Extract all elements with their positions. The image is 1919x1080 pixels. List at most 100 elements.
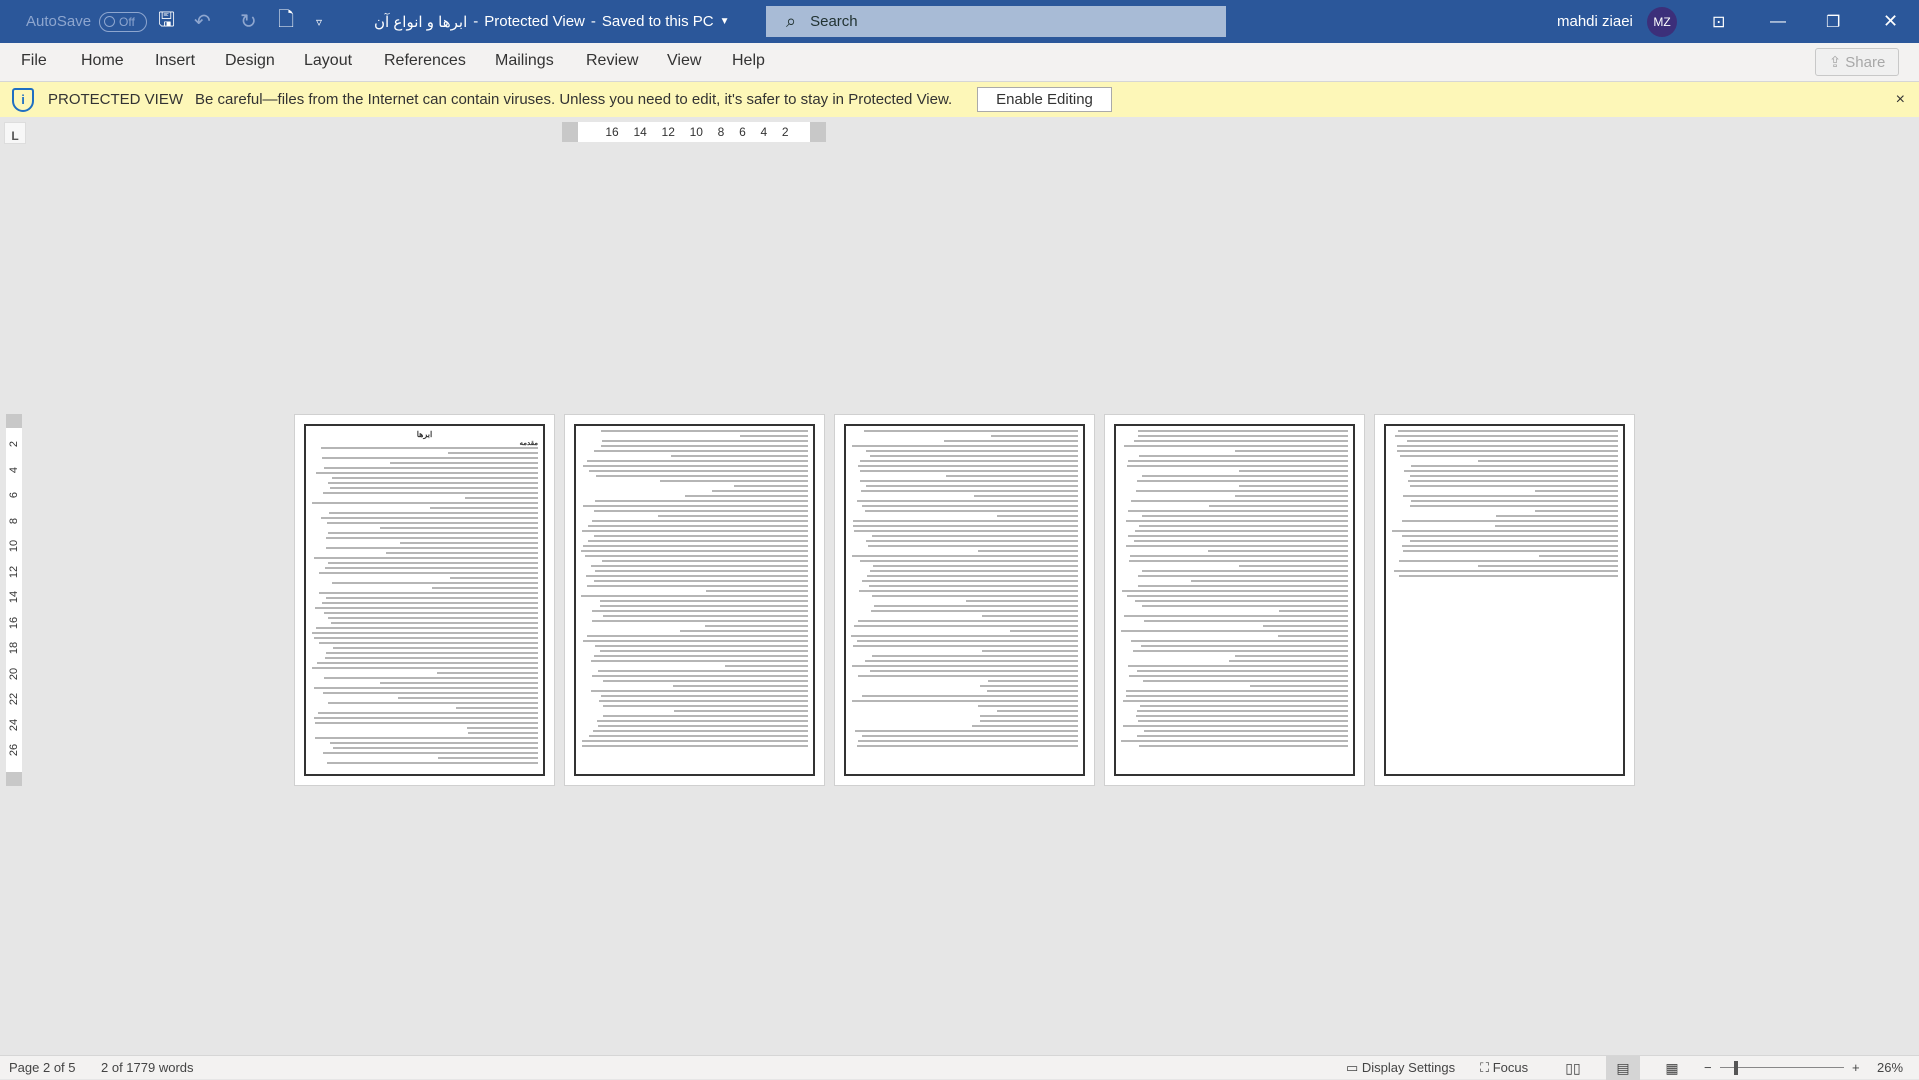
text-line [1402, 550, 1618, 552]
new-document-icon[interactable]: 🗋 [278, 0, 294, 43]
zoom-slider[interactable] [1720, 1067, 1844, 1068]
toggle-switch[interactable]: Off [99, 11, 148, 32]
ruler-tick-label: 10 [689, 125, 703, 139]
text-line [860, 470, 1078, 472]
tab-references[interactable]: References [384, 52, 466, 70]
word-count[interactable]: 2 of 1779 words [101, 1060, 194, 1075]
text-line [852, 665, 1078, 667]
close-bar-icon[interactable]: × [1896, 91, 1905, 109]
redo-icon[interactable]: ↻ [240, 0, 257, 43]
text-line [981, 650, 1078, 652]
text-line [1137, 710, 1348, 712]
text-line [1534, 490, 1618, 492]
page-count[interactable]: Page 2 of 5 [9, 1060, 76, 1075]
minimize-icon[interactable]: — [1770, 0, 1786, 43]
undo-icon[interactable]: ↶ [194, 0, 211, 43]
enable-editing-button[interactable]: Enable Editing [977, 87, 1112, 112]
text-line [594, 655, 808, 657]
text-line [1409, 505, 1618, 507]
text-line [314, 637, 538, 639]
text-line [588, 525, 808, 527]
text-line [1277, 635, 1348, 637]
text-line [437, 757, 538, 759]
document-page[interactable] [1374, 414, 1635, 786]
share-button[interactable]: ⇪ Share [1815, 48, 1899, 76]
user-name[interactable]: mahdi ziaei [1557, 0, 1633, 43]
zoom-level[interactable]: 26% [1877, 1060, 1903, 1075]
focus-button[interactable]: ⛶ Focus [1480, 1060, 1528, 1076]
text-line [397, 697, 538, 699]
document-page[interactable] [1104, 414, 1365, 786]
tab-review[interactable]: Review [586, 52, 638, 70]
tab-design[interactable]: Design [225, 52, 275, 70]
save-icon[interactable]: 🖫 [158, 0, 175, 43]
avatar[interactable]: MZ [1647, 0, 1677, 43]
tab-mailings[interactable]: Mailings [495, 52, 554, 70]
text-line [1129, 560, 1348, 562]
text-line [1410, 540, 1618, 542]
zoom-out-button[interactable]: − [1704, 1060, 1712, 1075]
text-line [1239, 565, 1348, 567]
tab-selector[interactable]: L [4, 122, 26, 144]
text-line [1141, 515, 1348, 517]
text-line [1127, 465, 1348, 467]
text-line [1130, 555, 1348, 557]
text-line [1137, 480, 1348, 482]
tab-file[interactable]: File [21, 52, 47, 70]
ruler-tick-label: 24 [8, 718, 20, 731]
display-settings-button[interactable]: ▭ Display Settings [1346, 1060, 1455, 1076]
tab-help[interactable]: Help [732, 52, 765, 70]
text-line [592, 620, 808, 622]
document-page[interactable]: ابرها مقدمه [294, 414, 555, 786]
text-line [1141, 605, 1348, 607]
zoom-in-button[interactable]: + [1852, 1060, 1860, 1075]
tab-view[interactable]: View [667, 52, 701, 70]
tab-home[interactable]: Home [81, 52, 124, 70]
restore-icon[interactable]: ❐ [1826, 0, 1840, 43]
text-line [865, 450, 1078, 452]
text-line [1538, 555, 1618, 557]
text-line [1392, 530, 1618, 532]
text-line [1397, 430, 1618, 432]
text-line [853, 625, 1078, 627]
ribbon-tabs: File Home Insert Design Layout Reference… [0, 43, 1919, 82]
title-bar: AutoSave Off 🖫 ↶ ↻ 🗋 ▿ ابرها و انواع آن -… [0, 0, 1919, 43]
doc-name: ابرها و انواع آن [374, 13, 468, 31]
text-line [593, 580, 808, 582]
read-mode-icon[interactable]: ▯▯ [1556, 1056, 1590, 1080]
ribbon-display-icon[interactable]: ⊡ [1712, 0, 1725, 43]
tab-insert[interactable]: Insert [155, 52, 195, 70]
text-line [581, 550, 808, 552]
text-line [1238, 470, 1348, 472]
autosave-toggle[interactable]: AutoSave Off [26, 0, 148, 43]
text-line [598, 700, 808, 702]
text-line [599, 605, 808, 607]
zoom-slider-thumb[interactable] [1734, 1061, 1738, 1075]
text-line [331, 477, 538, 479]
text-line [315, 472, 538, 474]
horizontal-ruler[interactable]: 16 14 12 10 8 6 4 2 [562, 122, 826, 142]
text-line [873, 605, 1078, 607]
tab-layout[interactable]: Layout [304, 52, 352, 70]
text-line [1207, 550, 1348, 552]
focus-icon: ⛶ [1480, 1060, 1493, 1075]
search-input[interactable]: ⌕ Search [766, 6, 1226, 37]
vertical-ruler[interactable]: 2 4 6 8 10 12 14 16 18 20 22 24 26 [6, 414, 22, 786]
text-line [582, 545, 808, 547]
customize-toolbar-icon[interactable]: ▿ [316, 0, 322, 43]
text-line [603, 715, 808, 717]
close-icon[interactable]: ✕ [1883, 0, 1898, 43]
document-page[interactable] [564, 414, 825, 786]
document-title[interactable]: ابرها و انواع آن - Protected View - Save… [374, 0, 730, 43]
text-line [322, 752, 538, 754]
text-line [1133, 440, 1348, 442]
text-line [328, 482, 538, 484]
text-line [312, 667, 538, 669]
web-layout-icon[interactable]: ▦ [1655, 1056, 1689, 1080]
print-layout-icon[interactable]: ▤ [1606, 1056, 1640, 1080]
document-page[interactable] [834, 414, 1095, 786]
text-line [860, 490, 1078, 492]
text-line [1127, 460, 1348, 462]
text-line [316, 662, 538, 664]
text-line [1234, 450, 1348, 452]
